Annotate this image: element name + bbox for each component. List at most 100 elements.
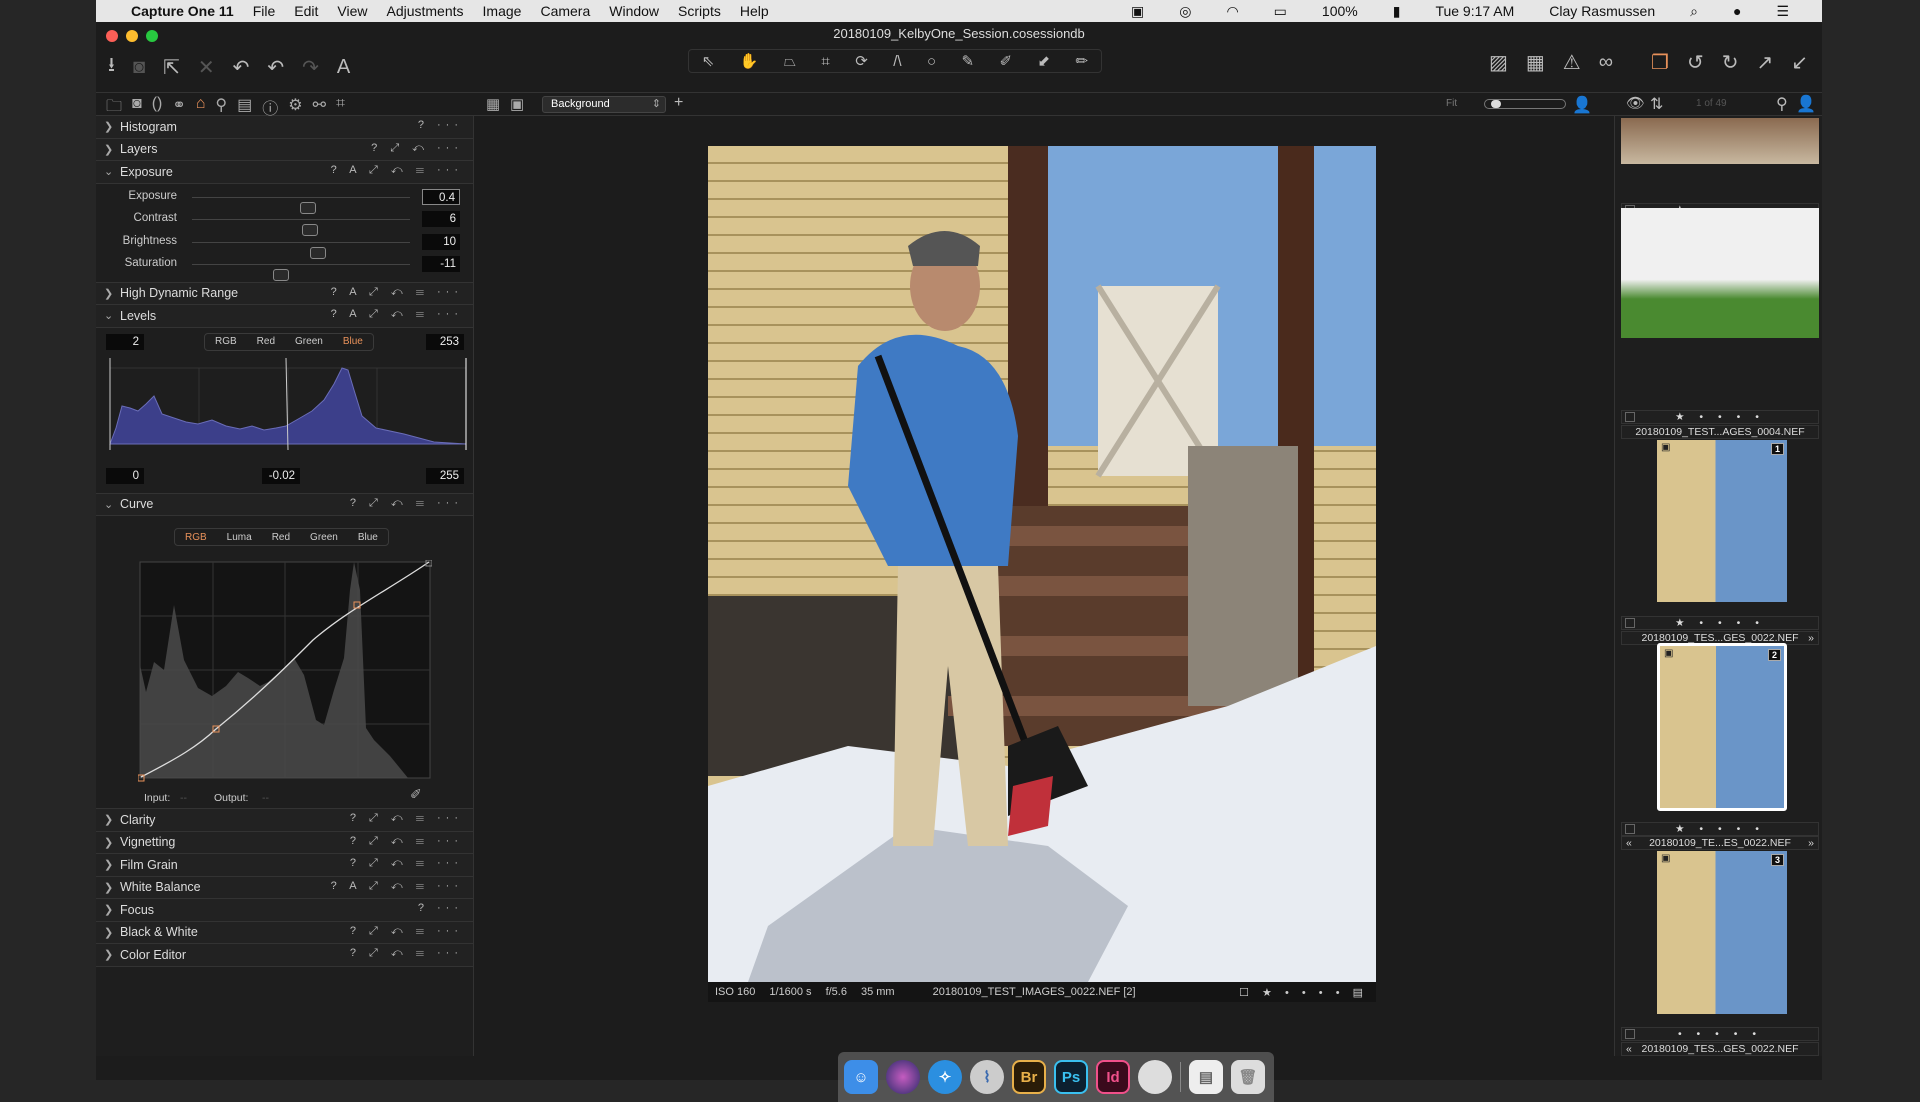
slider-track[interactable] [192,219,410,236]
siri-icon[interactable]: ● [1733,3,1741,19]
filmstrip-rating[interactable]: ★ • • • • [1621,822,1819,836]
slider-track[interactable] [192,196,410,214]
loupe-icon[interactable]: ∞ [1599,51,1613,74]
rotate-right-icon[interactable]: ↻ [1722,50,1739,75]
undo-all-icon[interactable]: ↶ [267,55,284,80]
filmstrip-filename[interactable]: « 20180109_TE...ES_0022.NEF » [1621,836,1819,850]
camera-status-icon[interactable]: ▣ [1131,3,1144,20]
panel-controls[interactable]: ? ⤢ ↶ ☰ ··· [350,857,463,870]
dock-captureone-icon[interactable]: ⌇ [970,1060,1004,1094]
slider-value[interactable]: -11 [422,256,460,272]
warning-icon[interactable]: ⚠ [1563,50,1581,75]
filmstrip-thumbnail[interactable]: 1 ▣ [1657,440,1787,602]
filmstrip-filename[interactable]: « 20180109_TES...GES_0022.NEF [1621,1042,1819,1056]
panel-controls[interactable]: ? ⤢ ↶ ☰ ··· [350,925,463,938]
wifi-icon[interactable]: ◠ [1226,3,1238,20]
collapse-icon[interactable]: ↙ [1791,50,1808,75]
search-icon[interactable]: ⚲ [1776,94,1788,114]
undo-icon[interactable]: ↶ [233,55,250,80]
prev-variant-icon[interactable]: « [1626,837,1632,850]
rating-stars[interactable]: ★ • • • • [1675,823,1765,835]
eyedropper-icon[interactable]: ✐ [410,786,422,803]
filmstrip-rating[interactable]: • • • • • [1621,1027,1819,1041]
menu-scripts[interactable]: Scripts [678,3,721,19]
curve-tab-red[interactable]: Red [262,532,300,543]
filmstrip-thumbnail[interactable]: 3 ▣ [1657,851,1787,1014]
panel-hdr[interactable]: ❯ High Dynamic Range ? A ⤢ ↶ ☰ ··· [96,282,473,305]
panel-controls[interactable]: ? A ⤢ ↶ ☰ ··· [331,286,463,299]
filmstrip-rating[interactable]: ★ • • • • [1621,616,1819,630]
dock-indesign-icon[interactable]: Id [1096,1060,1130,1094]
levels-tab-rgb[interactable]: RGB [205,336,247,347]
panel-vignetting[interactable]: ❯ Vignetting ? ⤢ ↶ ☰ ··· [96,831,473,854]
main-photo[interactable] [708,146,1376,982]
spotlight-icon[interactable]: ⌕ [1690,3,1698,20]
dock-photos-icon[interactable] [1138,1060,1172,1094]
panel-controls[interactable]: ? ··· [418,119,463,131]
grid-view-icon[interactable]: ▦ [486,95,500,113]
select-checkbox[interactable] [1625,412,1635,422]
dock-bridge-icon[interactable]: Br [1012,1060,1046,1094]
filmstrip-thumbnail[interactable] [1621,118,1819,164]
levels-histogram[interactable] [104,356,470,456]
levels-mid-value[interactable]: -0.02 [262,467,300,484]
menu-file[interactable]: File [253,3,276,19]
slider-handle[interactable] [273,269,290,281]
notification-icon[interactable]: ☰ [1776,3,1789,20]
menu-help[interactable]: Help [740,3,769,19]
panel-controls[interactable]: ? ⤢ ↶ ☰ ··· [350,835,463,848]
curve-graph[interactable] [138,560,432,782]
filmstrip-thumbnail[interactable]: 2 ▣ [1657,643,1787,811]
import-icon[interactable]: ⭳ [108,50,115,84]
delete-icon[interactable]: ✕ [198,55,215,80]
panel-controls[interactable]: ? A ⤢ ↶ ☰ ··· [331,164,463,177]
panel-focus[interactable]: ❯ Focus ? ··· [96,899,473,922]
menu-adjustments[interactable]: Adjustments [386,3,463,19]
panel-controls[interactable]: ? A ⤢ ↶ ☰ ··· [331,308,463,321]
next-variant-icon[interactable]: » [1808,837,1814,850]
airplay-icon[interactable]: ▭ [1274,3,1287,20]
dock-siri-icon[interactable] [886,1060,920,1094]
levels-output-high[interactable]: 255 [426,467,464,484]
panel-curve[interactable]: ⌄ Curve ? ⤢ ↶ ☰ ··· [96,493,473,516]
dock-trash-icon[interactable]: 🗑 [1231,1060,1265,1094]
sort-icon[interactable]: ⇅ [1650,94,1663,114]
rotate-icon[interactable]: ⟳ [855,52,868,70]
eye-icon[interactable]: 👁 [1626,94,1645,112]
picker-icon[interactable]: ✐ [1000,52,1013,70]
expand-icon[interactable]: ↗ [1756,50,1773,75]
battery-icon[interactable]: ▮ [1393,3,1401,20]
prev-variant-icon[interactable]: « [1626,1043,1632,1056]
panel-controls[interactable]: ? ⤢ ↶ ☰ ··· [350,947,463,960]
select-checkbox[interactable] [1625,618,1635,628]
panel-histogram[interactable]: ❯ Histogram ? ··· [96,116,473,139]
curve-tab-luma[interactable]: Luma [217,532,262,543]
select-checkbox[interactable] [1625,824,1635,834]
next-variant-icon[interactable]: » [1808,632,1814,645]
circle-icon[interactable]: ○ [927,53,936,70]
panel-controls[interactable]: ? A ⤢ ↶ ☰ ··· [331,880,463,893]
slider-track[interactable] [192,241,410,259]
filmstrip-filename[interactable]: 20180109_TEST...AGES_0004.NEF [1621,425,1819,439]
filmstrip-rating[interactable]: ★ • • • • [1621,410,1819,424]
export-icon[interactable]: ⇱ [163,55,180,80]
panel-black-white[interactable]: ❯ Black & White ? ⤢ ↶ ☰ ··· [96,921,473,944]
stack-icon[interactable]: ❐ [1651,50,1669,75]
levels-tab-red[interactable]: Red [247,336,285,347]
slider-track[interactable] [192,264,410,281]
levels-tab-blue[interactable]: Blue [333,336,373,347]
panel-controls[interactable]: ? ··· [418,902,463,914]
menu-image[interactable]: Image [483,3,522,19]
menu-camera[interactable]: Camera [540,3,590,19]
curve-tab-green[interactable]: Green [300,532,348,543]
menu-view[interactable]: View [337,3,367,19]
slider-value[interactable]: 6 [422,211,460,227]
filmstrip-thumbnail[interactable] [1621,208,1819,338]
levels-output-low[interactable]: 0 [106,467,144,484]
brush-icon[interactable]: ✎ [962,52,975,70]
rating-stars[interactable]: ★ • • • • [1675,411,1765,423]
levels-tab-green[interactable]: Green [285,336,333,347]
panel-layers[interactable]: ❯ Layers ? ⤢ ↶ ··· [96,138,473,161]
rating-stars[interactable]: ★ • • • • [1675,617,1765,629]
panel-white-balance[interactable]: ❯ White Balance ? A ⤢ ↶ ☰ ··· [96,876,473,899]
